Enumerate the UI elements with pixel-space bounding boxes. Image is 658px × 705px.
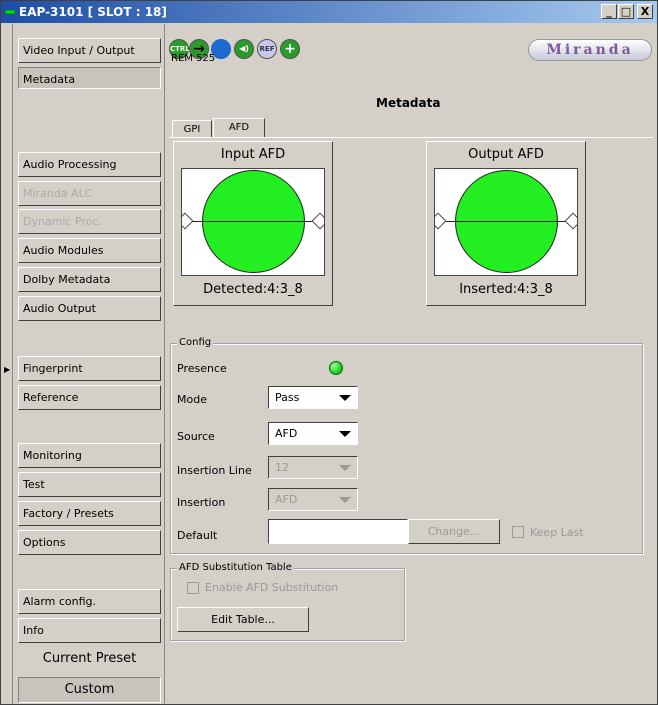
insertion-line-value: 12: [275, 461, 289, 474]
sidebar-item-dynamic-proc: Dynamic Proc.: [18, 209, 161, 234]
chevron-down-icon: [339, 431, 351, 437]
ref-icon[interactable]: REF: [257, 39, 277, 59]
rem-status: REM 525: [171, 53, 216, 64]
enable-afd-substitution-checkbox: [187, 582, 199, 594]
window-title: EAP-3101 [ SLOT : 18]: [19, 5, 167, 19]
presence-label: Presence: [177, 362, 227, 375]
config-legend: Config: [177, 337, 214, 348]
sidebar-item-factory-presets[interactable]: Factory / Presets: [18, 501, 161, 526]
default-field[interactable]: [268, 519, 408, 544]
insertion-label: Insertion: [177, 496, 226, 509]
mode-value: Pass: [275, 391, 300, 404]
sidebar-item-audio-modules[interactable]: Audio Modules: [18, 238, 161, 263]
sidebar-item-reference[interactable]: Reference: [18, 385, 161, 410]
chevron-down-icon: [339, 497, 351, 503]
input-afd-header: Input AFD: [220, 147, 286, 162]
input-afd-detected: Detected:4:3_8: [203, 282, 303, 297]
insertion-line-label: Insertion Line: [177, 464, 252, 477]
mode-label: Mode: [177, 393, 207, 406]
expand-arrow-icon[interactable]: ▶: [4, 365, 10, 374]
plus-icon[interactable]: +: [280, 39, 300, 59]
sidebar-item-info[interactable]: Info: [18, 618, 161, 643]
source-select[interactable]: AFD: [268, 422, 358, 445]
afd-marker-left-icon: [182, 212, 194, 230]
output-afd-display: [434, 168, 578, 276]
afd-marker-left-icon: [435, 212, 447, 230]
speaker-icon[interactable]: ◀): [234, 39, 254, 59]
input-afd-panel: Input AFD Detected:4:3_8: [173, 141, 333, 306]
sidebar-item-video-input-output[interactable]: Video Input / Output: [18, 38, 161, 63]
miranda-logo: Miranda: [528, 39, 652, 61]
current-preset-label: Current Preset: [18, 647, 161, 672]
source-label: Source: [177, 430, 215, 443]
input-afd-display: [181, 168, 325, 276]
sidebar-item-options[interactable]: Options: [18, 530, 161, 555]
output-afd-panel: Output AFD Inserted:4:3_8: [426, 141, 586, 306]
sidebar-item-test[interactable]: Test: [18, 472, 161, 497]
afd-substitution-legend: AFD Substitution Table: [177, 562, 294, 573]
sidebar-item-audio-processing[interactable]: Audio Processing: [18, 152, 161, 177]
maximize-button[interactable]: □: [618, 4, 634, 19]
chevron-down-icon: [339, 395, 351, 401]
sidebar-item-metadata[interactable]: Metadata: [18, 67, 161, 89]
change-button: Change...: [408, 519, 500, 544]
insertion-line-select: 12: [268, 456, 358, 479]
collapse-strip[interactable]: ▶: [3, 24, 13, 704]
page-title: Metadata: [376, 96, 441, 110]
insertion-value: AFD: [275, 493, 298, 506]
current-preset-value: Custom: [18, 677, 161, 703]
afd-centerline: [184, 221, 322, 222]
afd-marker-right-icon: [311, 212, 324, 230]
sidebar-item-alarm-config[interactable]: Alarm config.: [18, 589, 161, 614]
sidebar-item-fingerprint[interactable]: Fingerprint: [18, 356, 161, 381]
keep-last-label: Keep Last: [530, 526, 584, 539]
afd-marker-right-icon: [564, 212, 577, 230]
source-value: AFD: [275, 427, 298, 440]
app-window: EAP-3101 [ SLOT : 18] _ □ X ▶ Video Inpu…: [0, 0, 658, 705]
sidebar-item-audio-output[interactable]: Audio Output: [18, 296, 161, 321]
status-led-icon: [5, 10, 15, 14]
keep-last-checkbox: [512, 526, 524, 538]
close-button[interactable]: X: [637, 4, 653, 19]
afd-centerline: [437, 221, 575, 222]
insertion-select: AFD: [268, 488, 358, 511]
output-afd-inserted: Inserted:4:3_8: [459, 282, 553, 297]
tab-divider: [169, 137, 653, 138]
enable-afd-substitution-label: Enable AFD Substitution: [205, 581, 339, 594]
tab-afd[interactable]: AFD: [213, 118, 265, 138]
chevron-down-icon: [339, 465, 351, 471]
mode-select[interactable]: Pass: [268, 386, 358, 409]
minimize-button[interactable]: _: [601, 4, 617, 19]
sidebar-item-miranda-alc: Miranda ALC: [18, 181, 161, 206]
presence-led-icon: [329, 361, 343, 375]
default-label: Default: [177, 529, 218, 542]
edit-table-button[interactable]: Edit Table...: [177, 607, 309, 632]
output-afd-header: Output AFD: [468, 147, 544, 162]
sidebar-item-monitoring[interactable]: Monitoring: [18, 443, 161, 468]
sidebar-item-dolby-metadata[interactable]: Dolby Metadata: [18, 267, 161, 292]
title-bar[interactable]: EAP-3101 [ SLOT : 18] _ □ X: [1, 1, 657, 23]
tab-gpi[interactable]: GPI: [172, 120, 212, 138]
